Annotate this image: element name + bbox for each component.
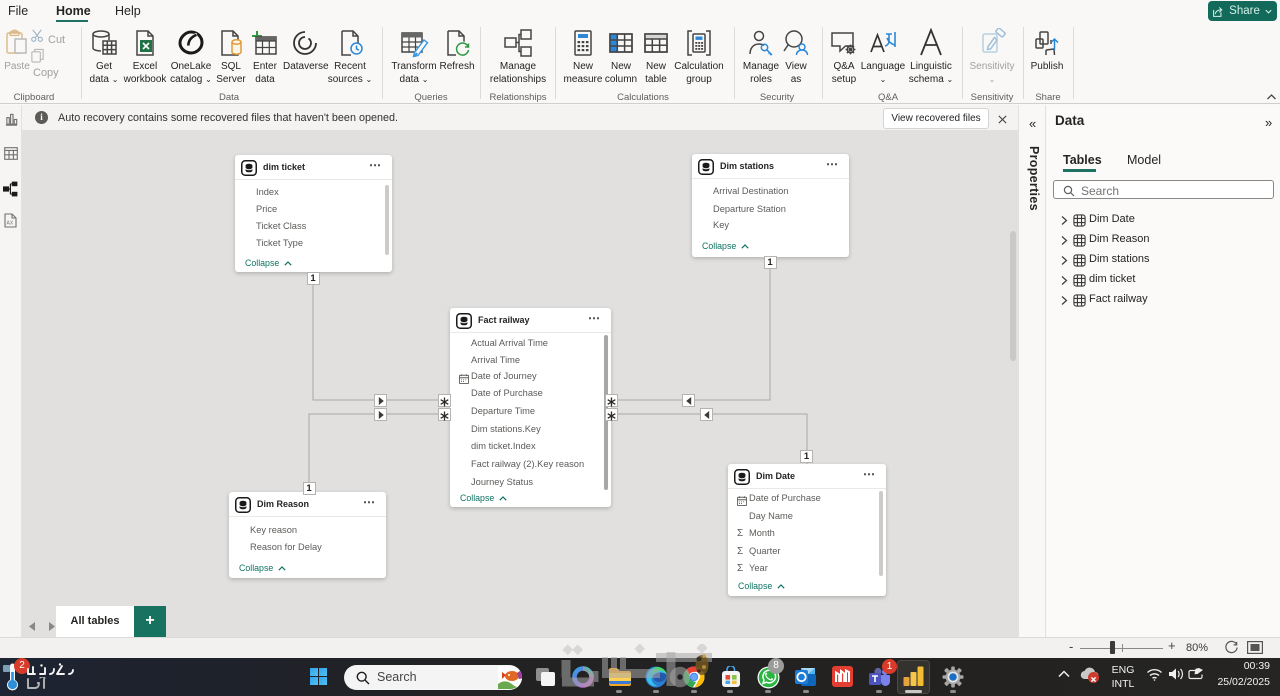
svg-text:AX: AX xyxy=(7,221,14,227)
